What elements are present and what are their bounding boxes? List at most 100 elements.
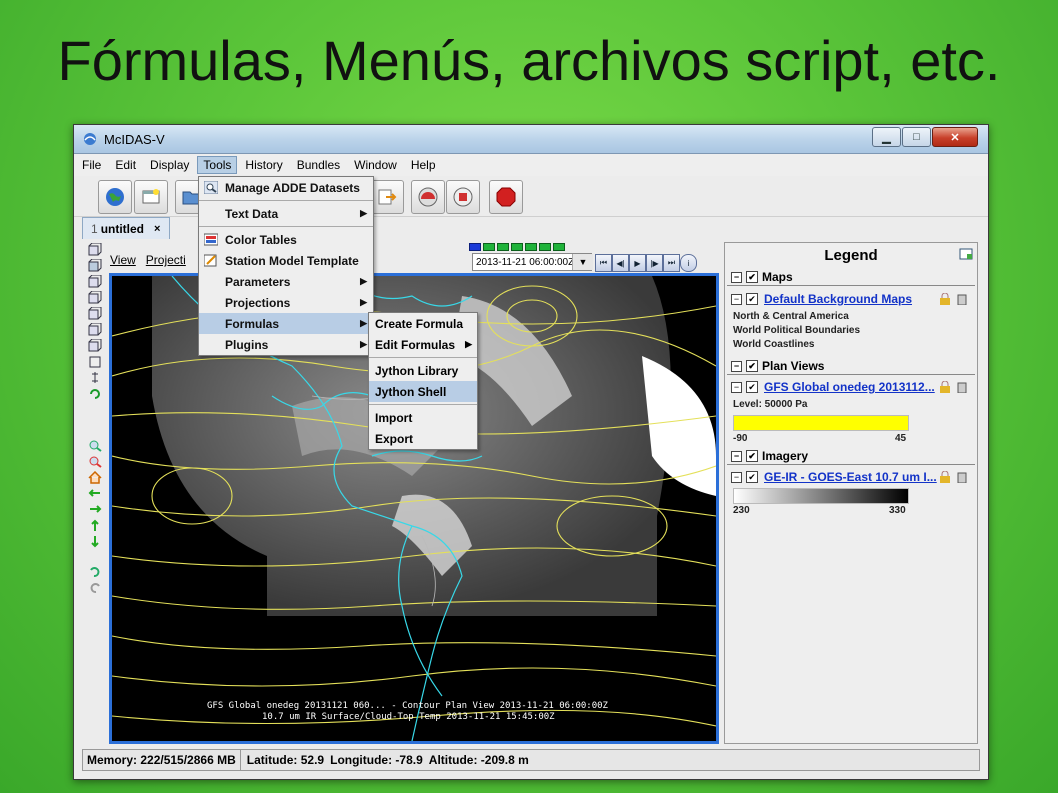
- layer-link-background-maps[interactable]: Default Background Maps: [764, 292, 912, 306]
- pan-up-icon[interactable]: [88, 519, 102, 532]
- menu-item-formulas[interactable]: Formulas ▶: [199, 313, 373, 334]
- legend-section-plan-views[interactable]: − ✔ Plan Views: [727, 358, 975, 375]
- sublayer-world-coastlines: World Coastlines: [733, 339, 815, 350]
- menu-item-manage-adde[interactable]: Manage ADDE Datasets: [199, 177, 373, 198]
- tab-close-icon[interactable]: ×: [154, 223, 160, 235]
- east-view-icon[interactable]: [88, 323, 102, 336]
- layer-checkbox[interactable]: ✔: [746, 293, 758, 305]
- animation-step[interactable]: [483, 243, 495, 251]
- lock-icon[interactable]: [939, 381, 951, 393]
- collapse-icon[interactable]: −: [731, 271, 742, 283]
- north-view-icon[interactable]: [88, 291, 102, 304]
- trash-icon[interactable]: [957, 293, 967, 305]
- imagery-color-bar[interactable]: [733, 488, 909, 504]
- menu-item-station-model[interactable]: Station Model Template: [199, 250, 373, 271]
- menu-item-plugins[interactable]: Plugins ▶: [199, 334, 373, 355]
- toolbar-stop-button[interactable]: [489, 180, 523, 214]
- maps-checkbox[interactable]: ✔: [746, 271, 758, 283]
- lock-icon[interactable]: [939, 471, 951, 483]
- layer-link-gfs[interactable]: GFS Global onedeg 2013112...: [764, 380, 935, 394]
- plan-views-checkbox[interactable]: ✔: [746, 360, 758, 372]
- collapse-icon[interactable]: −: [731, 381, 742, 393]
- layer-link-goes[interactable]: GE-IR - GOES-East 10.7 um I...: [764, 470, 937, 484]
- trash-icon[interactable]: [957, 381, 967, 393]
- top-view-icon[interactable]: [88, 259, 102, 272]
- tab-untitled[interactable]: 1 untitled ×: [82, 217, 170, 239]
- collapse-icon[interactable]: −: [731, 471, 742, 483]
- menu-display[interactable]: Display: [144, 156, 195, 174]
- minimize-button[interactable]: ▁: [872, 127, 901, 147]
- legend-float-icon[interactable]: [959, 248, 973, 261]
- west-view-icon[interactable]: [88, 339, 102, 352]
- menu-tools[interactable]: Tools: [197, 156, 238, 174]
- vertical-scale-icon[interactable]: [88, 371, 102, 384]
- menu-item-export[interactable]: Export: [369, 428, 477, 449]
- rotate-icon[interactable]: [88, 387, 102, 400]
- trash-icon[interactable]: [957, 471, 967, 483]
- first-frame-button[interactable]: ⏮: [595, 254, 612, 272]
- menu-item-jython-library[interactable]: Jython Library: [369, 360, 477, 381]
- step-back-button[interactable]: ◀|: [612, 254, 629, 272]
- menu-item-create-formula[interactable]: Create Formula: [369, 313, 477, 334]
- close-button[interactable]: ✕: [932, 127, 978, 147]
- step-forward-button[interactable]: |▶: [646, 254, 663, 272]
- bottom-view-icon[interactable]: [88, 275, 102, 288]
- pan-down-icon[interactable]: [88, 535, 102, 548]
- menu-item-text-data[interactable]: Text Data ▶: [199, 203, 373, 224]
- redo-icon[interactable]: [88, 581, 102, 594]
- status-bar: Memory: 222/515/2866 MB Latitude: 52.9 L…: [82, 749, 980, 771]
- toolbar-capture-button[interactable]: [446, 180, 480, 214]
- animation-step[interactable]: [553, 243, 565, 251]
- title-bar[interactable]: McIDAS-V ▁ □ ✕: [74, 125, 988, 154]
- animation-step[interactable]: [539, 243, 551, 251]
- legend-section-imagery[interactable]: − ✔ Imagery: [727, 448, 975, 465]
- toolbar-globe-button[interactable]: [98, 180, 132, 214]
- animation-step[interactable]: [525, 243, 537, 251]
- undo-icon[interactable]: [88, 565, 102, 578]
- legend-section-maps[interactable]: − ✔ Maps: [727, 269, 975, 286]
- menu-item-import[interactable]: Import: [369, 407, 477, 428]
- play-button[interactable]: ▶: [629, 254, 646, 272]
- collapse-icon[interactable]: −: [731, 360, 742, 372]
- layer-checkbox[interactable]: ✔: [746, 471, 758, 483]
- toolbar-export-button[interactable]: [370, 180, 404, 214]
- animation-step[interactable]: [497, 243, 509, 251]
- menu-item-jython-shell[interactable]: Jython Shell: [369, 381, 477, 402]
- toolbar-new-window-button[interactable]: [134, 180, 168, 214]
- collapse-icon[interactable]: −: [731, 293, 742, 305]
- animation-step[interactable]: [511, 243, 523, 251]
- menu-window[interactable]: Window: [348, 156, 403, 174]
- south-view-icon[interactable]: [88, 307, 102, 320]
- layer-checkbox[interactable]: ✔: [746, 381, 758, 393]
- projection-menu[interactable]: Projecti: [146, 253, 186, 267]
- menu-edit[interactable]: Edit: [109, 156, 142, 174]
- maximize-button[interactable]: □: [902, 127, 931, 147]
- toolbar-dashboard-button[interactable]: [411, 180, 445, 214]
- lock-icon[interactable]: [939, 293, 951, 305]
- collapse-icon[interactable]: −: [731, 450, 742, 462]
- menu-file[interactable]: File: [76, 156, 107, 174]
- menu-item-color-tables[interactable]: Color Tables: [199, 229, 373, 250]
- home-icon[interactable]: [88, 471, 102, 484]
- contour-color-bar[interactable]: [733, 415, 909, 431]
- menu-item-projections[interactable]: Projections ▶: [199, 292, 373, 313]
- chevron-down-icon[interactable]: ▼: [572, 254, 593, 270]
- view-menu[interactable]: View: [110, 253, 136, 267]
- animation-info-button[interactable]: i: [680, 254, 697, 272]
- menu-help[interactable]: Help: [405, 156, 442, 174]
- pan-left-icon[interactable]: [88, 487, 102, 500]
- menu-item-parameters[interactable]: Parameters ▶: [199, 271, 373, 292]
- memory-status[interactable]: Memory: 222/515/2866 MB: [83, 750, 241, 770]
- zoom-in-icon[interactable]: [88, 439, 102, 452]
- menu-history[interactable]: History: [239, 156, 288, 174]
- pan-right-icon[interactable]: [88, 503, 102, 516]
- menu-bundles[interactable]: Bundles: [291, 156, 346, 174]
- menu-item-edit-formulas[interactable]: Edit Formulas ▶: [369, 334, 477, 355]
- zoom-out-icon[interactable]: [88, 455, 102, 468]
- last-frame-button[interactable]: ⏭: [663, 254, 680, 272]
- menu-item-label: Edit Formulas: [375, 337, 456, 352]
- flat-view-icon[interactable]: [88, 355, 102, 368]
- imagery-checkbox[interactable]: ✔: [746, 450, 758, 462]
- cube-view-icon[interactable]: [88, 243, 102, 256]
- animation-step[interactable]: [469, 243, 481, 251]
